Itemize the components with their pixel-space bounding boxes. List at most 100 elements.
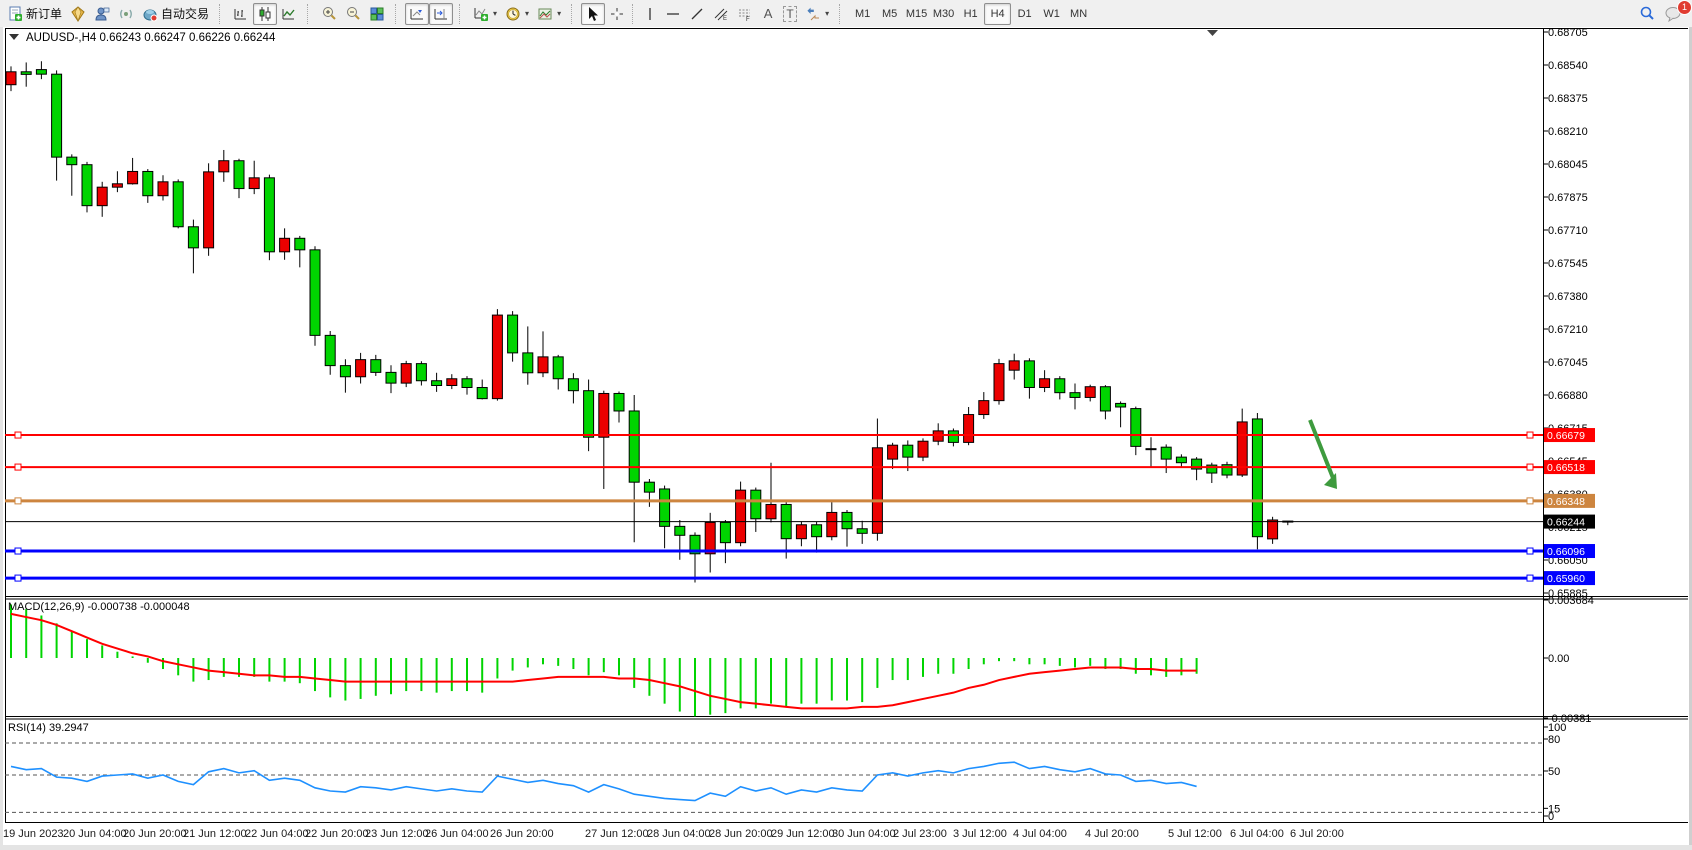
templates-button[interactable]: ▾ (533, 3, 565, 25)
zoom-out-button[interactable] (341, 3, 365, 25)
line-handle[interactable] (15, 575, 21, 581)
date-axis-label: 6 Jul 20:00 (1290, 828, 1344, 840)
text-button[interactable]: A (757, 3, 779, 25)
candle-body (1176, 457, 1186, 463)
chart-area[interactable]: 0.687050.685400.683750.682100.680450.678… (0, 27, 1692, 850)
candle-body (173, 182, 183, 227)
timeframe-H1[interactable]: H1 (957, 3, 984, 25)
toolbar-separator (632, 4, 636, 24)
candlestick-chart-button[interactable] (253, 3, 277, 25)
price-axis-label: 0.68540 (1548, 60, 1588, 72)
auto-scroll-icon (409, 6, 425, 22)
candle-body (371, 360, 381, 373)
crosshair-button[interactable] (605, 3, 629, 25)
periods-button[interactable]: ▾ (501, 3, 533, 25)
new-order-button[interactable]: 新订单 (3, 3, 66, 25)
auto-trading-label: 自动交易 (161, 5, 209, 22)
dropdown-arrow-icon: ▾ (825, 9, 829, 18)
candle-body (325, 335, 335, 365)
price-level-badge-text: 0.65960 (1547, 573, 1585, 585)
channel-button[interactable]: E (709, 3, 733, 25)
candle-body (705, 522, 715, 553)
candle-body (340, 366, 350, 377)
date-axis-label: 19 Jun 2023 (3, 828, 64, 840)
line-handle[interactable] (15, 548, 21, 554)
notification-badge: 1 (1677, 0, 1692, 15)
signals-button[interactable] (114, 3, 138, 25)
candle-body (295, 238, 305, 250)
line-handle[interactable] (1527, 498, 1533, 504)
line-handle[interactable] (15, 432, 21, 438)
timeframe-M15[interactable]: M15 (903, 3, 930, 25)
candle-body (264, 178, 274, 252)
notifications-button[interactable]: 1 (1660, 3, 1686, 25)
window-bottom-edge (0, 845, 1692, 850)
new-order-label: 新订单 (26, 5, 62, 22)
date-axis-label: 20 Jun 04:00 (63, 828, 127, 840)
candle-body (979, 401, 989, 415)
horizontal-line-button[interactable] (661, 3, 685, 25)
profile-button[interactable] (66, 3, 90, 25)
cursor-button[interactable] (581, 3, 605, 25)
candle-body (1024, 361, 1034, 388)
candle-body (67, 157, 77, 165)
candle-body (1070, 393, 1080, 398)
dropdown-arrow-icon: ▾ (557, 9, 561, 18)
line-handle[interactable] (15, 498, 21, 504)
line-handle[interactable] (1527, 464, 1533, 470)
candle-body (219, 161, 229, 172)
candle-body (812, 525, 822, 537)
tile-windows-button[interactable] (365, 3, 389, 25)
chart-shift-icon (433, 6, 449, 22)
date-axis-label: 27 Jun 12:00 (585, 828, 649, 840)
timeframe-W1[interactable]: W1 (1038, 3, 1065, 25)
cursor-icon (585, 6, 601, 22)
timeframe-M1[interactable]: M1 (849, 3, 876, 25)
rsi-axis-label: 50 (1548, 766, 1560, 778)
candle-body (356, 360, 366, 377)
fibonacci-button[interactable]: F (733, 3, 757, 25)
toolbar-separator (307, 4, 311, 24)
indicators-button[interactable]: ▾ (469, 3, 501, 25)
line-handle[interactable] (1527, 548, 1533, 554)
zoom-in-button[interactable] (317, 3, 341, 25)
chart-type-group (226, 0, 304, 27)
rsi-axis-label: 0 (1548, 811, 1554, 823)
search-button[interactable] (1634, 3, 1660, 25)
auto-scroll-button[interactable] (405, 3, 429, 25)
timeframe-H4[interactable]: H4 (984, 3, 1011, 25)
candle-body (188, 227, 198, 248)
candle-body (401, 364, 411, 383)
price-axis-label: 0.68210 (1548, 126, 1588, 138)
line-chart-button[interactable] (277, 3, 301, 25)
timeframe-MN[interactable]: MN (1065, 3, 1092, 25)
mt4-terminal: { "toolbar": { "new_order": "新订单", "auto… (0, 0, 1692, 850)
candle-body (310, 250, 320, 336)
bar-chart-button[interactable] (229, 3, 253, 25)
date-axis-label: 30 Jun 04:00 (832, 828, 896, 840)
timeframe-M30[interactable]: M30 (930, 3, 957, 25)
text-label-button[interactable]: T (779, 3, 801, 25)
timeframe-D1[interactable]: D1 (1011, 3, 1038, 25)
date-axis-label: 5 Jul 12:00 (1168, 828, 1222, 840)
line-handle[interactable] (1527, 432, 1533, 438)
candle-body (1131, 409, 1141, 447)
line-handle[interactable] (15, 464, 21, 470)
horizontal-line-icon (665, 6, 681, 22)
auto-trading-button[interactable]: 自动交易 (138, 3, 213, 25)
timeframe-M5[interactable]: M5 (876, 3, 903, 25)
candle-body (644, 482, 654, 492)
trendline-button[interactable] (685, 3, 709, 25)
arrows-button[interactable]: ▾ (801, 3, 833, 25)
candle-body (660, 489, 670, 526)
line-handle[interactable] (1527, 575, 1533, 581)
vertical-line-button[interactable] (639, 3, 661, 25)
candle-body (1268, 520, 1278, 539)
candle-body (751, 490, 761, 519)
market-watch-button[interactable] (90, 3, 114, 25)
price-level-badge-text: 0.66348 (1547, 496, 1585, 508)
candle-body (204, 172, 214, 248)
drawing-group: E F A T ▾ (578, 0, 836, 27)
chart-shift-button[interactable] (429, 3, 453, 25)
price-axis-label: 0.67380 (1548, 291, 1588, 303)
